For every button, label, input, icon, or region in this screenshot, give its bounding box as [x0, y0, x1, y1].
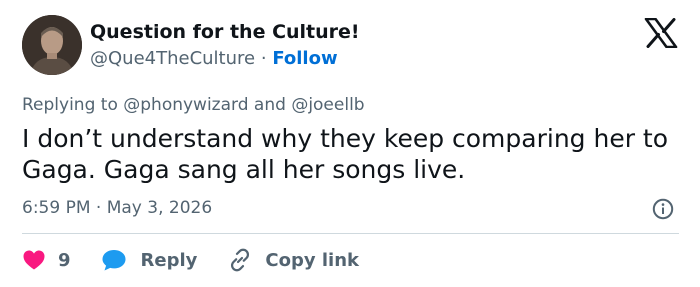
replying-prefix: Replying to	[22, 95, 118, 115]
avatar-photo	[22, 15, 82, 75]
tweet-timestamp[interactable]: 6:59 PM · May 3, 2026	[22, 197, 212, 219]
author-handle[interactable]: @Que4TheCulture	[90, 48, 255, 69]
author-display-name[interactable]: Question for the Culture!	[90, 20, 360, 44]
like-count: 9	[58, 249, 71, 271]
info-icon[interactable]	[652, 198, 674, 220]
action-bar: 9 Reply Copy link	[22, 246, 359, 274]
avatar[interactable]	[22, 15, 82, 75]
tweet-text: I don’t understand why they keep compari…	[22, 124, 669, 184]
replying-to-line: Replying to @phonywizard and @joeellb	[22, 94, 365, 116]
follow-button[interactable]: Follow	[272, 48, 337, 69]
link-icon	[231, 248, 250, 272]
like-button[interactable]: 9	[22, 249, 101, 271]
replying-conjunction: and	[253, 95, 286, 115]
copy-link-button[interactable]: Copy link	[227, 247, 359, 273]
x-logo-icon[interactable]	[644, 17, 678, 49]
author-handle-line: @Que4TheCulture · Follow	[90, 47, 338, 71]
mention-link[interactable]: @phonywizard	[123, 95, 248, 115]
divider	[22, 233, 679, 234]
copy-link-label: Copy link	[265, 249, 359, 271]
heart-icon	[23, 250, 45, 270]
reply-button[interactable]: Reply	[101, 248, 228, 272]
handle-separator: ·	[260, 48, 267, 69]
mention-link[interactable]: @joeellb	[291, 95, 364, 115]
reply-label: Reply	[140, 249, 198, 271]
speech-bubble-icon	[102, 250, 126, 271]
